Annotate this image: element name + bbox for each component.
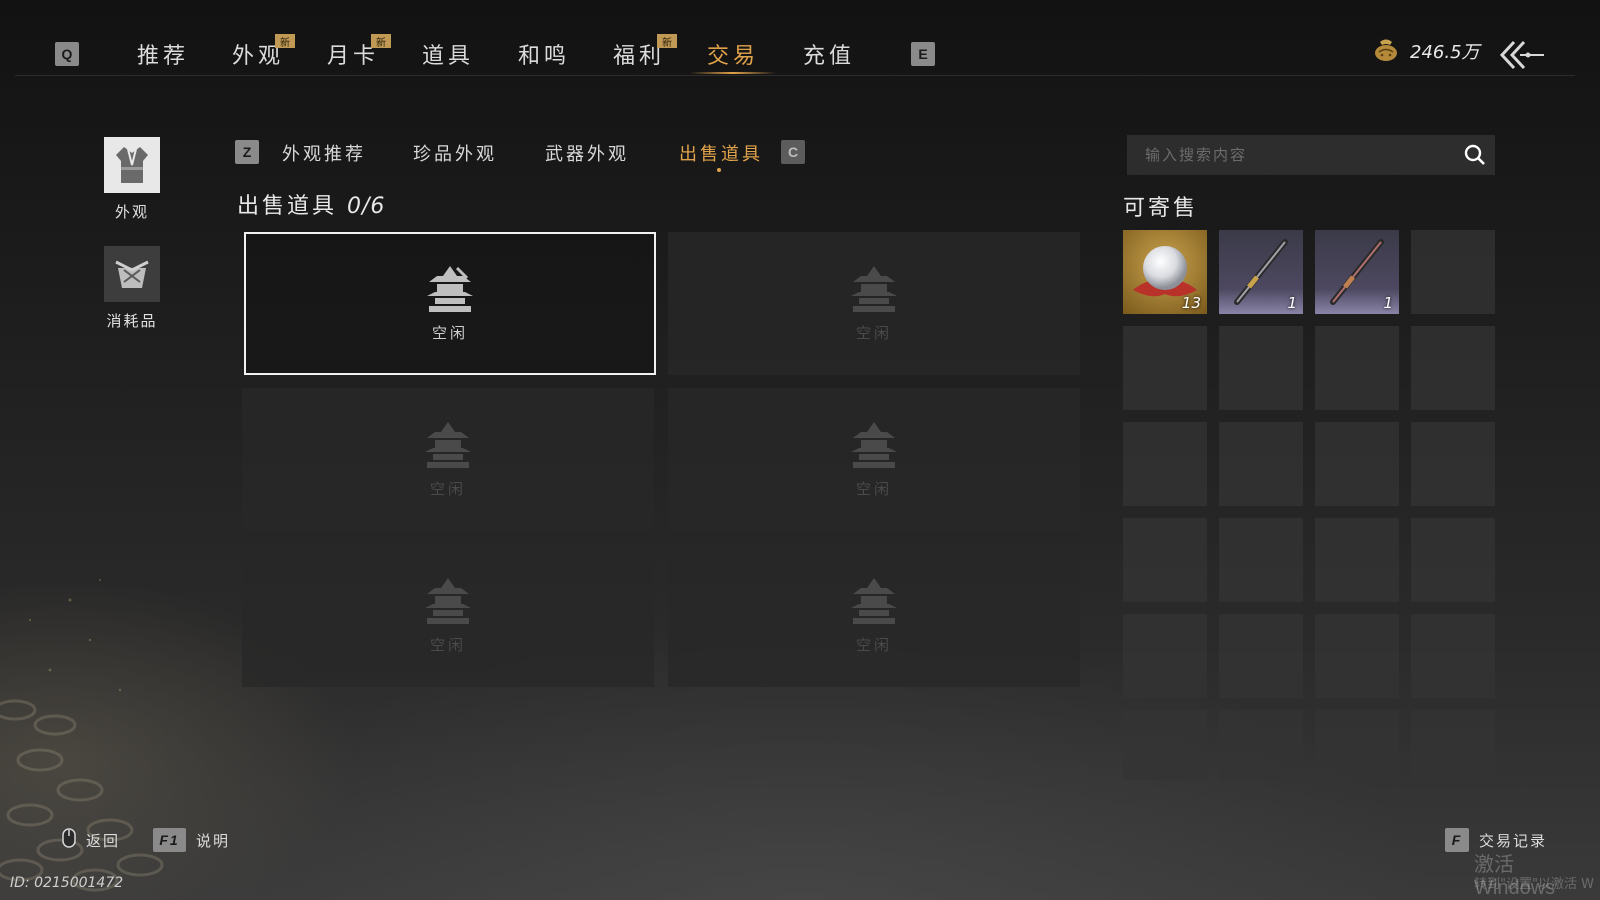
category-appearance[interactable]: 外观 [104, 137, 160, 222]
tab-label: 道具 [422, 44, 475, 69]
sell-slot[interactable]: 空闲 [244, 232, 656, 375]
pagoda-icon [427, 266, 473, 312]
active-tab-underline [690, 72, 776, 74]
sell-slot[interactable]: 空闲 [668, 544, 1080, 687]
mouse-icon [62, 828, 76, 852]
pagoda-icon [425, 422, 471, 468]
sell-slot[interactable]: 空闲 [668, 388, 1080, 531]
category-label: 消耗品 [106, 312, 158, 330]
consumable-icon [104, 246, 160, 302]
new-badge: 新 [657, 34, 677, 49]
empty-inventory-cell[interactable] [1315, 710, 1399, 780]
tab-label: 推荐 [137, 44, 190, 69]
next-subtab-key[interactable]: C [781, 140, 805, 164]
slot-label: 空闲 [429, 480, 466, 498]
empty-inventory-cell[interactable] [1315, 326, 1399, 410]
tab-label: 和鸣 [518, 44, 571, 69]
item-quantity: 1 [1287, 294, 1297, 312]
active-subtab-indicator [717, 168, 721, 172]
empty-inventory-cell[interactable] [1315, 518, 1399, 602]
pagoda-icon [851, 422, 897, 468]
subtab-rare-appearance[interactable]: 珍品外观 [413, 140, 497, 166]
currency-amount: 246.5万 [1410, 42, 1480, 63]
tab-recommend[interactable]: 推荐 [137, 38, 189, 72]
slot-label: 空闲 [855, 480, 892, 498]
pagoda-icon [851, 578, 897, 624]
empty-inventory-cell[interactable] [1411, 710, 1495, 780]
subtab-appearance-recommend[interactable]: 外观推荐 [282, 140, 366, 166]
prev-tab-key[interactable]: Q [55, 42, 79, 66]
category-label: 外观 [114, 203, 149, 221]
outfit-icon [104, 137, 160, 193]
player-id: ID: 0215001472 [10, 875, 124, 891]
inventory-item[interactable]: 13 [1123, 230, 1207, 314]
tab-recharge[interactable]: 充值 [803, 38, 855, 72]
empty-inventory-cell[interactable] [1219, 326, 1303, 410]
empty-inventory-cell[interactable] [1123, 614, 1207, 698]
inventory-item[interactable]: 1 [1315, 230, 1399, 314]
empty-inventory-cell[interactable] [1219, 710, 1303, 780]
back-arrow-icon[interactable] [1498, 38, 1546, 72]
empty-inventory-cell[interactable] [1123, 710, 1207, 780]
help-label: 说明 [196, 831, 231, 850]
help-key: F1 [153, 828, 186, 852]
consignable-grid: 13 1 1 [1123, 230, 1495, 794]
tab-trade[interactable]: 交易 [707, 38, 759, 72]
prev-subtab-key[interactable]: Z [235, 140, 259, 164]
sell-count: 0/6 [347, 194, 386, 219]
pagoda-icon [851, 266, 897, 312]
tab-harmony[interactable]: 和鸣 [518, 38, 570, 72]
tab-items[interactable]: 道具 [422, 38, 474, 72]
sell-slot[interactable]: 空闲 [242, 544, 654, 687]
empty-inventory-cell[interactable] [1219, 422, 1303, 506]
empty-inventory-cell[interactable] [1411, 518, 1495, 602]
empty-inventory-cell[interactable] [1219, 518, 1303, 602]
search-icon[interactable] [1455, 135, 1495, 175]
tab-label: 充值 [803, 44, 856, 69]
empty-inventory-cell[interactable] [1123, 422, 1207, 506]
slot-label: 空闲 [431, 324, 468, 342]
sell-title-text: 出售道具 [237, 194, 338, 219]
help-button[interactable]: F1 说明 [153, 828, 230, 852]
windows-activation-subtext: 转到"设置"以激活 W [1474, 877, 1594, 892]
item-quantity: 13 [1181, 294, 1201, 312]
empty-inventory-cell[interactable] [1411, 422, 1495, 506]
new-badge: 新 [275, 34, 295, 49]
slot-label: 空闲 [429, 636, 466, 654]
empty-inventory-cell[interactable] [1411, 230, 1495, 314]
currency-display: 246.5万 [1372, 38, 1480, 64]
slot-label: 空闲 [855, 636, 892, 654]
trade-record-key: F [1445, 828, 1469, 852]
coin-pouch-icon [1372, 36, 1400, 66]
subtab-weapon-appearance[interactable]: 武器外观 [545, 140, 629, 166]
search-bar [1127, 135, 1495, 175]
empty-inventory-cell[interactable] [1219, 614, 1303, 698]
pagoda-icon [425, 578, 471, 624]
empty-inventory-cell[interactable] [1123, 518, 1207, 602]
tab-label: 交易 [707, 44, 760, 69]
subtab-sell-items[interactable]: 出售道具 [679, 140, 763, 166]
inventory-item[interactable]: 1 [1219, 230, 1303, 314]
new-badge: 新 [371, 34, 391, 49]
category-consumables[interactable]: 消耗品 [104, 246, 160, 331]
nav-divider [15, 75, 1575, 76]
empty-inventory-cell[interactable] [1411, 326, 1495, 410]
back-label: 返回 [86, 831, 121, 850]
empty-inventory-cell[interactable] [1123, 326, 1207, 410]
sell-section-title: 出售道具 0/6 [237, 188, 385, 220]
search-input[interactable] [1145, 146, 1455, 164]
slot-label: 空闲 [855, 324, 892, 342]
sell-slot[interactable]: 空闲 [668, 232, 1080, 375]
empty-inventory-cell[interactable] [1315, 614, 1399, 698]
empty-inventory-cell[interactable] [1315, 422, 1399, 506]
empty-inventory-cell[interactable] [1411, 614, 1495, 698]
consignable-title: 可寄售 [1123, 196, 1199, 221]
back-button[interactable]: 返回 [62, 828, 120, 852]
item-quantity: 1 [1383, 294, 1393, 312]
next-tab-key[interactable]: E [911, 42, 935, 66]
sell-slot[interactable]: 空闲 [242, 388, 654, 531]
